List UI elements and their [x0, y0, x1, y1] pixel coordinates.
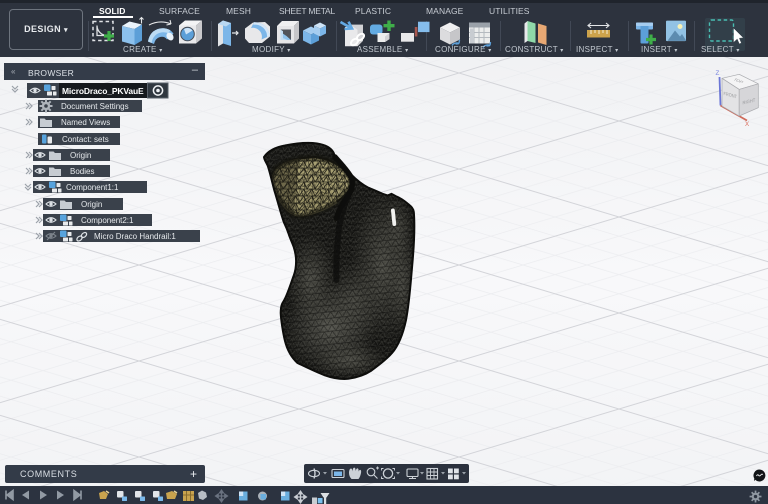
- svg-text:X: X: [745, 121, 749, 128]
- svg-text:Z: Z: [716, 70, 720, 77]
